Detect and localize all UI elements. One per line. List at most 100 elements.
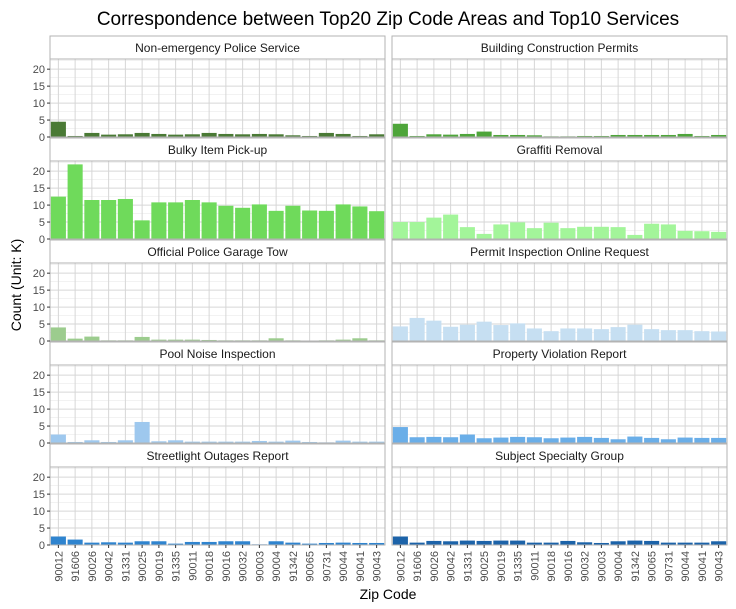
facet-panel: Streetlight Outages Report 0 5 10 15 20 90012 9…	[33, 443, 386, 582]
x-tick-label: 90004	[271, 551, 283, 582]
y-tick-label: 15	[33, 183, 45, 195]
bar	[610, 439, 626, 443]
x-tick-label: 90012	[53, 551, 65, 582]
bar	[510, 323, 526, 341]
bar	[318, 210, 334, 239]
y-tick-label: 15	[33, 489, 45, 501]
bar	[476, 540, 492, 545]
bar	[285, 205, 301, 239]
bar	[318, 132, 334, 137]
y-tick-label: 10	[33, 302, 45, 314]
y-tick-label: 0	[39, 438, 45, 450]
facet-panel: Bulky Item Pick-up 0 5 10 15 20	[33, 137, 386, 246]
x-tick-label: 91606	[412, 551, 424, 582]
x-tick-label: 90004	[613, 551, 625, 582]
bar	[50, 327, 66, 341]
y-tick-label: 20	[33, 370, 45, 382]
x-tick-label: 91606	[70, 551, 82, 582]
y-axis-title: Count (Unit: K)	[8, 239, 24, 332]
bar	[577, 226, 593, 239]
x-tick-label: 90011	[529, 551, 541, 581]
y-tick-label: 20	[33, 472, 45, 484]
x-tick-label: 90019	[496, 551, 508, 582]
bar	[644, 540, 660, 545]
facet-strip-label: Official Police Garage Tow	[147, 245, 288, 259]
bar	[426, 436, 442, 443]
x-tick-label: 91331	[120, 551, 132, 582]
x-tick-label: 90044	[680, 551, 692, 582]
bar	[644, 437, 660, 443]
bar	[577, 436, 593, 443]
bar	[476, 233, 492, 239]
x-tick-label: 91342	[630, 551, 642, 582]
bar	[134, 336, 150, 341]
facet-strip-label: Building Construction Permits	[481, 41, 638, 55]
bar	[711, 437, 727, 443]
facet-panel: Pool Noise Inspection 0 5 10 15 20	[33, 341, 386, 450]
bar	[84, 132, 100, 137]
bar	[268, 541, 284, 545]
bar	[476, 131, 492, 137]
x-tick-label: 90016	[563, 551, 575, 582]
bar	[235, 207, 251, 239]
bar	[50, 121, 66, 137]
bar	[560, 228, 576, 239]
y-tick-label: 10	[33, 98, 45, 110]
bar	[84, 336, 100, 341]
bar	[476, 438, 492, 443]
bar	[711, 541, 727, 545]
plot-background	[392, 161, 727, 239]
bar	[352, 206, 368, 239]
bar	[677, 330, 693, 341]
x-tick-label: 90012	[395, 551, 407, 582]
y-tick-label: 5	[39, 115, 45, 127]
plot-background	[392, 365, 727, 443]
bar	[409, 222, 425, 239]
facet-panel: Subject Specialty Group 90012 91606 90026 90…	[391, 443, 728, 582]
bar	[50, 196, 66, 239]
x-tick-label: 90042	[104, 551, 116, 582]
facet-strip-label: Streetlight Outages Report	[146, 449, 289, 463]
x-tick-label: 90016	[221, 551, 233, 582]
facet-panel: Permit Inspection Online Request	[391, 239, 728, 342]
chart-title: Correspondence between Top20 Zip Code Ar…	[97, 9, 679, 30]
x-tick-label: 91331	[462, 551, 474, 582]
bar	[627, 234, 643, 239]
bar	[694, 331, 710, 341]
facet-strip-label: Subject Specialty Group	[495, 449, 624, 463]
y-tick-label: 15	[33, 81, 45, 93]
bar	[543, 438, 559, 443]
x-tick-label: 90041	[355, 551, 367, 582]
facet-strip-label: Non-emergency Police Service	[135, 41, 300, 55]
y-tick-label: 20	[33, 268, 45, 280]
facet-panels: Non-emergency Police Service 0 5 10 15 20 Buil…	[33, 35, 728, 582]
facet-strip-label: Pool Noise Inspection	[159, 347, 275, 361]
x-tick-label: 90042	[446, 551, 458, 582]
x-tick-label: 91342	[288, 551, 300, 582]
plot-background	[392, 59, 727, 137]
bar	[526, 328, 542, 341]
bar	[426, 320, 442, 341]
facet-strip-label: Property Violation Report	[493, 347, 628, 361]
x-tick-label: 90065	[647, 551, 659, 582]
facet-strip-label: Bulky Item Pick-up	[168, 143, 268, 157]
bar	[560, 437, 576, 443]
bar	[50, 536, 66, 545]
bar	[426, 540, 442, 545]
bar	[443, 214, 459, 239]
x-tick-label: 90003	[254, 551, 266, 582]
y-tick-label: 5	[39, 217, 45, 229]
bar	[660, 439, 676, 443]
bar	[560, 540, 576, 545]
bar	[459, 324, 475, 341]
bar	[134, 132, 150, 137]
bar	[409, 437, 425, 443]
y-tick-label: 15	[33, 285, 45, 297]
bar	[510, 436, 526, 443]
bar	[134, 220, 150, 239]
bar	[577, 328, 593, 341]
bar	[677, 230, 693, 239]
x-tick-label: 90026	[87, 551, 99, 582]
bar	[644, 329, 660, 341]
facet-panel: Property Violation Report	[391, 341, 728, 444]
